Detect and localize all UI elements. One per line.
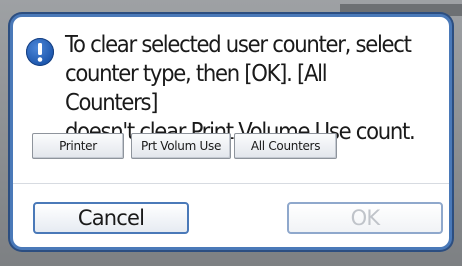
- cancel-button[interactable]: Cancel: [33, 202, 189, 234]
- divider: [13, 183, 449, 184]
- prt-volum-use-button[interactable]: Prt Volum Use: [131, 133, 231, 159]
- ok-button[interactable]: OK: [287, 202, 443, 234]
- dialog-message: To clear selected user counter, select c…: [65, 31, 418, 147]
- message-line: To clear selected user counter, select: [65, 32, 412, 58]
- confirm-dialog: To clear selected user counter, select c…: [10, 14, 452, 250]
- message-line: counter type, then [OK]. [All Counters]: [65, 61, 328, 116]
- printer-button[interactable]: Printer: [32, 133, 124, 159]
- info-icon: [26, 38, 54, 66]
- all-counters-button[interactable]: All Counters: [234, 133, 337, 159]
